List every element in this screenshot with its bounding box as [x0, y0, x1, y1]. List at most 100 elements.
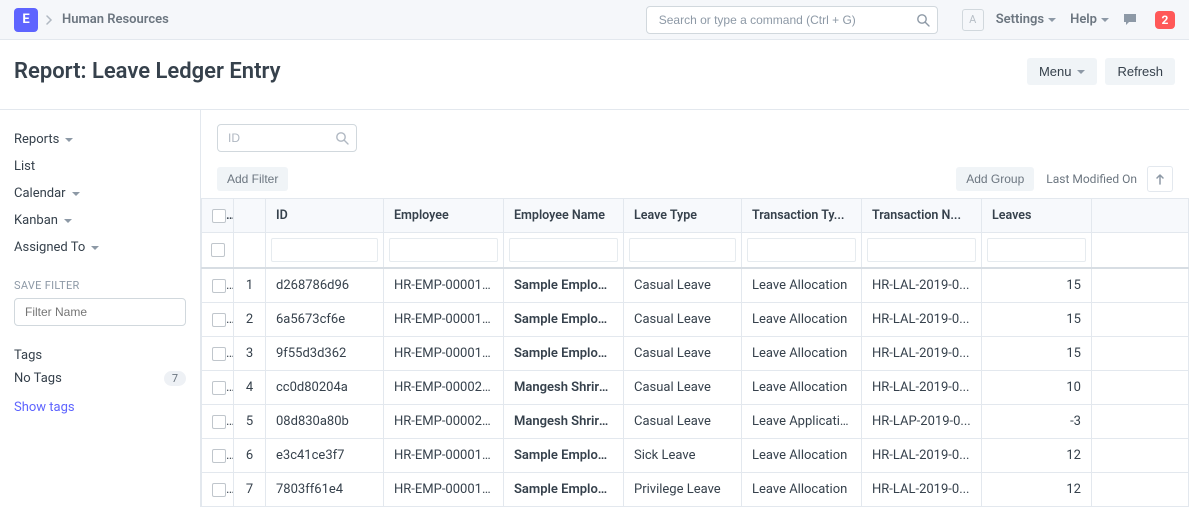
add-group-button[interactable]: Add Group: [956, 167, 1034, 191]
sidebar-item-label: Kanban: [14, 213, 58, 228]
filter-name-input[interactable]: [14, 298, 186, 326]
chevron-down-icon: [1101, 18, 1109, 22]
column-filter-input-transaction_name[interactable]: [867, 238, 976, 262]
cell-transaction_type: Leave Allocation: [742, 371, 862, 405]
menu-button[interactable]: Menu: [1027, 58, 1098, 85]
settings-menu[interactable]: Settings: [996, 12, 1056, 27]
column-filter-transaction_type: [742, 233, 862, 269]
column-filter-input-transaction_type[interactable]: [747, 238, 856, 262]
search-icon: [335, 131, 349, 145]
sidebar: ReportsListCalendarKanbanAssigned To SAV…: [0, 110, 200, 507]
cell-id: 08d830a80b: [266, 405, 384, 439]
cell-employee_name: Sample Employee: [504, 473, 624, 507]
column-header-employee_name[interactable]: Employee Name: [504, 199, 624, 233]
sort-direction-button[interactable]: [1147, 166, 1173, 192]
help-menu[interactable]: Help: [1070, 12, 1109, 27]
filterrow-check: [202, 233, 234, 269]
cell-leaves: 15: [982, 268, 1092, 303]
avatar[interactable]: A: [962, 9, 984, 31]
sidebar-item-kanban[interactable]: Kanban: [14, 207, 186, 234]
sidebar-item-calendar[interactable]: Calendar: [14, 180, 186, 207]
checkbox-icon: [212, 483, 226, 497]
sidebar-item-reports[interactable]: Reports: [14, 126, 186, 153]
global-search: [646, 6, 938, 34]
notifications-badge[interactable]: 2: [1155, 11, 1175, 29]
row-number: 3: [234, 337, 266, 371]
column-header-transaction_type[interactable]: Transaction Ty...: [742, 199, 862, 233]
checkbox-icon: [212, 279, 226, 293]
refresh-button[interactable]: Refresh: [1105, 58, 1175, 85]
cell-employee: HR-EMP-00001: ...: [384, 268, 504, 303]
chat-icon[interactable]: [1123, 13, 1139, 27]
cell-leave_type: Casual Leave: [624, 303, 742, 337]
column-header-leaves[interactable]: Leaves: [982, 199, 1092, 233]
sidebar-item-assigned-to[interactable]: Assigned To: [14, 234, 186, 261]
checkbox-icon: [212, 347, 226, 361]
breadcrumb-link[interactable]: Human Resources: [62, 12, 169, 27]
checkbox-icon: [212, 209, 226, 223]
sort-field-label[interactable]: Last Modified On: [1046, 172, 1137, 186]
column-header-leave_type[interactable]: Leave Type: [624, 199, 742, 233]
row-checkbox[interactable]: [202, 473, 234, 507]
cell-blank: [1092, 371, 1189, 405]
filter-bar: Add Filter Add Group Last Modified On: [201, 160, 1189, 198]
tags-heading: Tags: [14, 348, 186, 363]
cell-transaction_name: HR-LAL-2019-0...: [862, 371, 982, 405]
menu-label: Menu: [1039, 64, 1072, 79]
table-row[interactable]: 39f55d3d362HR-EMP-00001: ...Sample Emplo…: [202, 337, 1189, 371]
cell-transaction_type: Leave Allocation: [742, 337, 862, 371]
app-logo[interactable]: E: [14, 8, 38, 32]
main-pane: Add Filter Add Group Last Modified On ID…: [200, 110, 1189, 507]
cell-id: 7803ff61e4: [266, 473, 384, 507]
cell-leaves: 10: [982, 371, 1092, 405]
column-filter-input-employee_name[interactable]: [509, 238, 618, 262]
add-filter-button[interactable]: Add Filter: [217, 167, 288, 191]
settings-label: Settings: [996, 12, 1044, 27]
column-filter-input-leaves[interactable]: [987, 238, 1086, 262]
cell-transaction_type: Leave Application: [742, 405, 862, 439]
table-row[interactable]: 6e3c41ce3f7HR-EMP-00001: ...Sample Emplo…: [202, 439, 1189, 473]
cell-leave_type: Privilege Leave: [624, 473, 742, 507]
column-filter-input-id[interactable]: [271, 238, 378, 262]
column-filter-input-employee[interactable]: [389, 238, 498, 262]
row-checkbox[interactable]: [202, 268, 234, 303]
column-filter-employee_name: [504, 233, 624, 269]
chevron-down-icon: [72, 192, 80, 196]
navbar: E Human Resources A Settings Help 2: [0, 0, 1189, 40]
row-number: 5: [234, 405, 266, 439]
cell-employee_name: Sample Employee: [504, 303, 624, 337]
table-row[interactable]: 26a5673cf6eHR-EMP-00001: ...Sample Emplo…: [202, 303, 1189, 337]
cell-blank: [1092, 439, 1189, 473]
sidebar-item-label: Reports: [14, 132, 59, 147]
row-checkbox[interactable]: [202, 303, 234, 337]
cell-employee: HR-EMP-00001: ...: [384, 439, 504, 473]
tag-row-no-tags[interactable]: No Tags 7: [14, 371, 186, 386]
sidebar-item-list[interactable]: List: [14, 153, 186, 180]
row-checkbox[interactable]: [202, 337, 234, 371]
column-filter-input-leave_type[interactable]: [629, 238, 736, 262]
row-checkbox[interactable]: [202, 405, 234, 439]
search-icon: [916, 13, 930, 27]
chevron-down-icon: [91, 246, 99, 250]
select-all-header[interactable]: [202, 199, 234, 233]
column-header-id[interactable]: ID: [266, 199, 384, 233]
row-checkbox[interactable]: [202, 371, 234, 405]
cell-transaction_name: HR-LAP-2019-0...: [862, 405, 982, 439]
table-row[interactable]: 77803ff61e4HR-EMP-00001: ...Sample Emplo…: [202, 473, 1189, 507]
chevron-right-icon: [46, 15, 54, 25]
cell-employee: HR-EMP-00001: ...: [384, 473, 504, 507]
table-row[interactable]: 1d268786d96HR-EMP-00001: ...Sample Emplo…: [202, 268, 1189, 303]
cell-employee_name: Mangesh Shrira...: [504, 405, 624, 439]
table-row[interactable]: 508d830a80bHR-EMP-00002:...Mangesh Shrir…: [202, 405, 1189, 439]
cell-blank: [1092, 405, 1189, 439]
search-input[interactable]: [646, 6, 938, 34]
show-tags-link[interactable]: Show tags: [14, 400, 186, 415]
column-header-transaction_name[interactable]: Transaction N...: [862, 199, 982, 233]
page-title: Report: Leave Ledger Entry: [14, 59, 281, 84]
page-head: Report: Leave Ledger Entry Menu Refresh: [0, 40, 1189, 110]
column-header-employee[interactable]: Employee: [384, 199, 504, 233]
cell-blank: [1092, 337, 1189, 371]
table-row[interactable]: 4cc0d80204aHR-EMP-00002:...Mangesh Shrir…: [202, 371, 1189, 405]
row-checkbox[interactable]: [202, 439, 234, 473]
toolbar-top: [201, 110, 1189, 160]
